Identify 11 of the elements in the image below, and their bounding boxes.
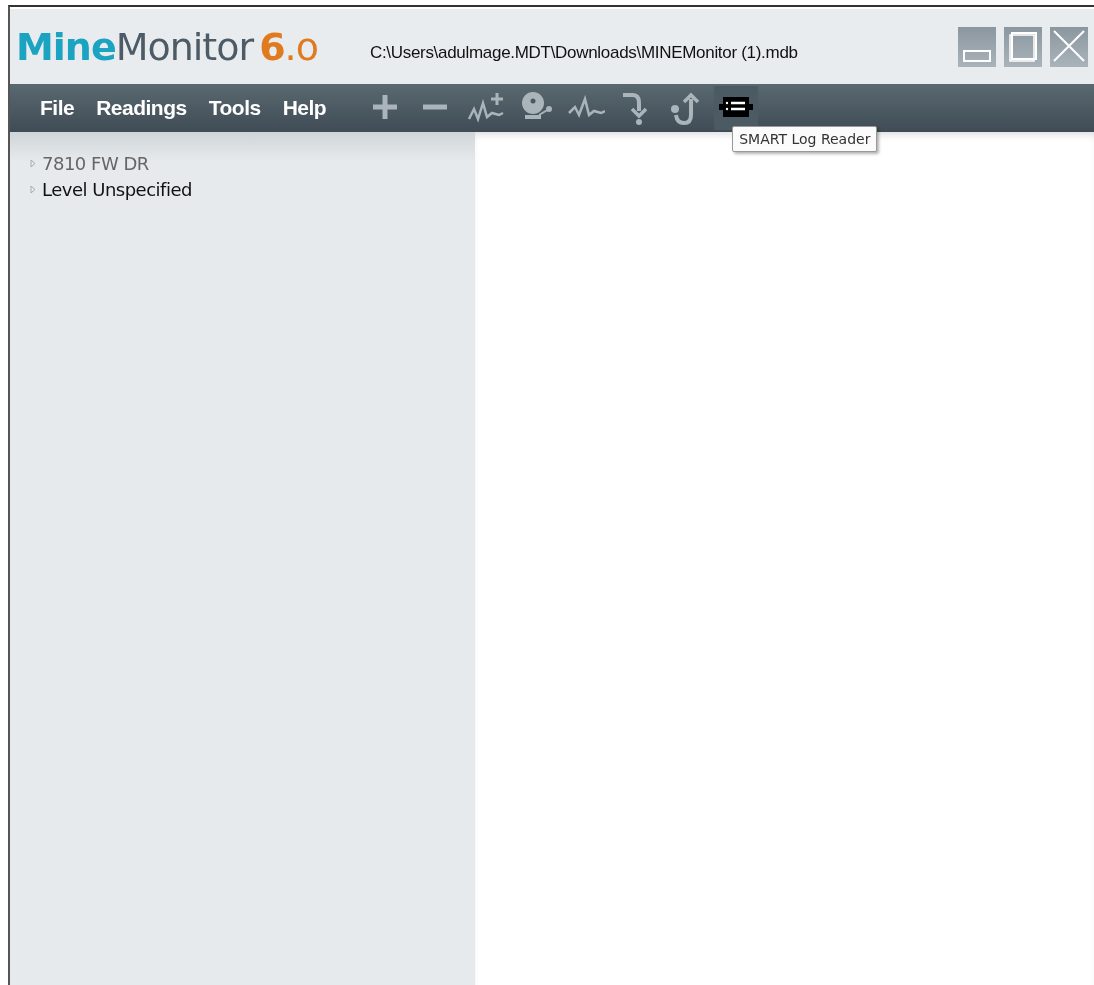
menu-item[interactable]: File [40,96,75,120]
tree-label: Level Unspecified [42,178,192,200]
menu-item[interactable]: Tools [208,96,261,120]
tooltip: SMART Log Reader [732,126,878,152]
menu-item[interactable]: Help [282,96,327,120]
app-logo: MineMonitor6.o [16,24,318,69]
menu-item[interactable]: Readings [96,96,187,120]
tree-item[interactable]: Level Unspecified [30,176,192,202]
window-title: C:\Users\adulmage.MDT\Downloads\MINEMonitor (1).mdb [369,42,798,63]
tree-label: 7810 FW DR [42,152,149,174]
tree-item[interactable]: 7810 FW DR [30,150,149,176]
